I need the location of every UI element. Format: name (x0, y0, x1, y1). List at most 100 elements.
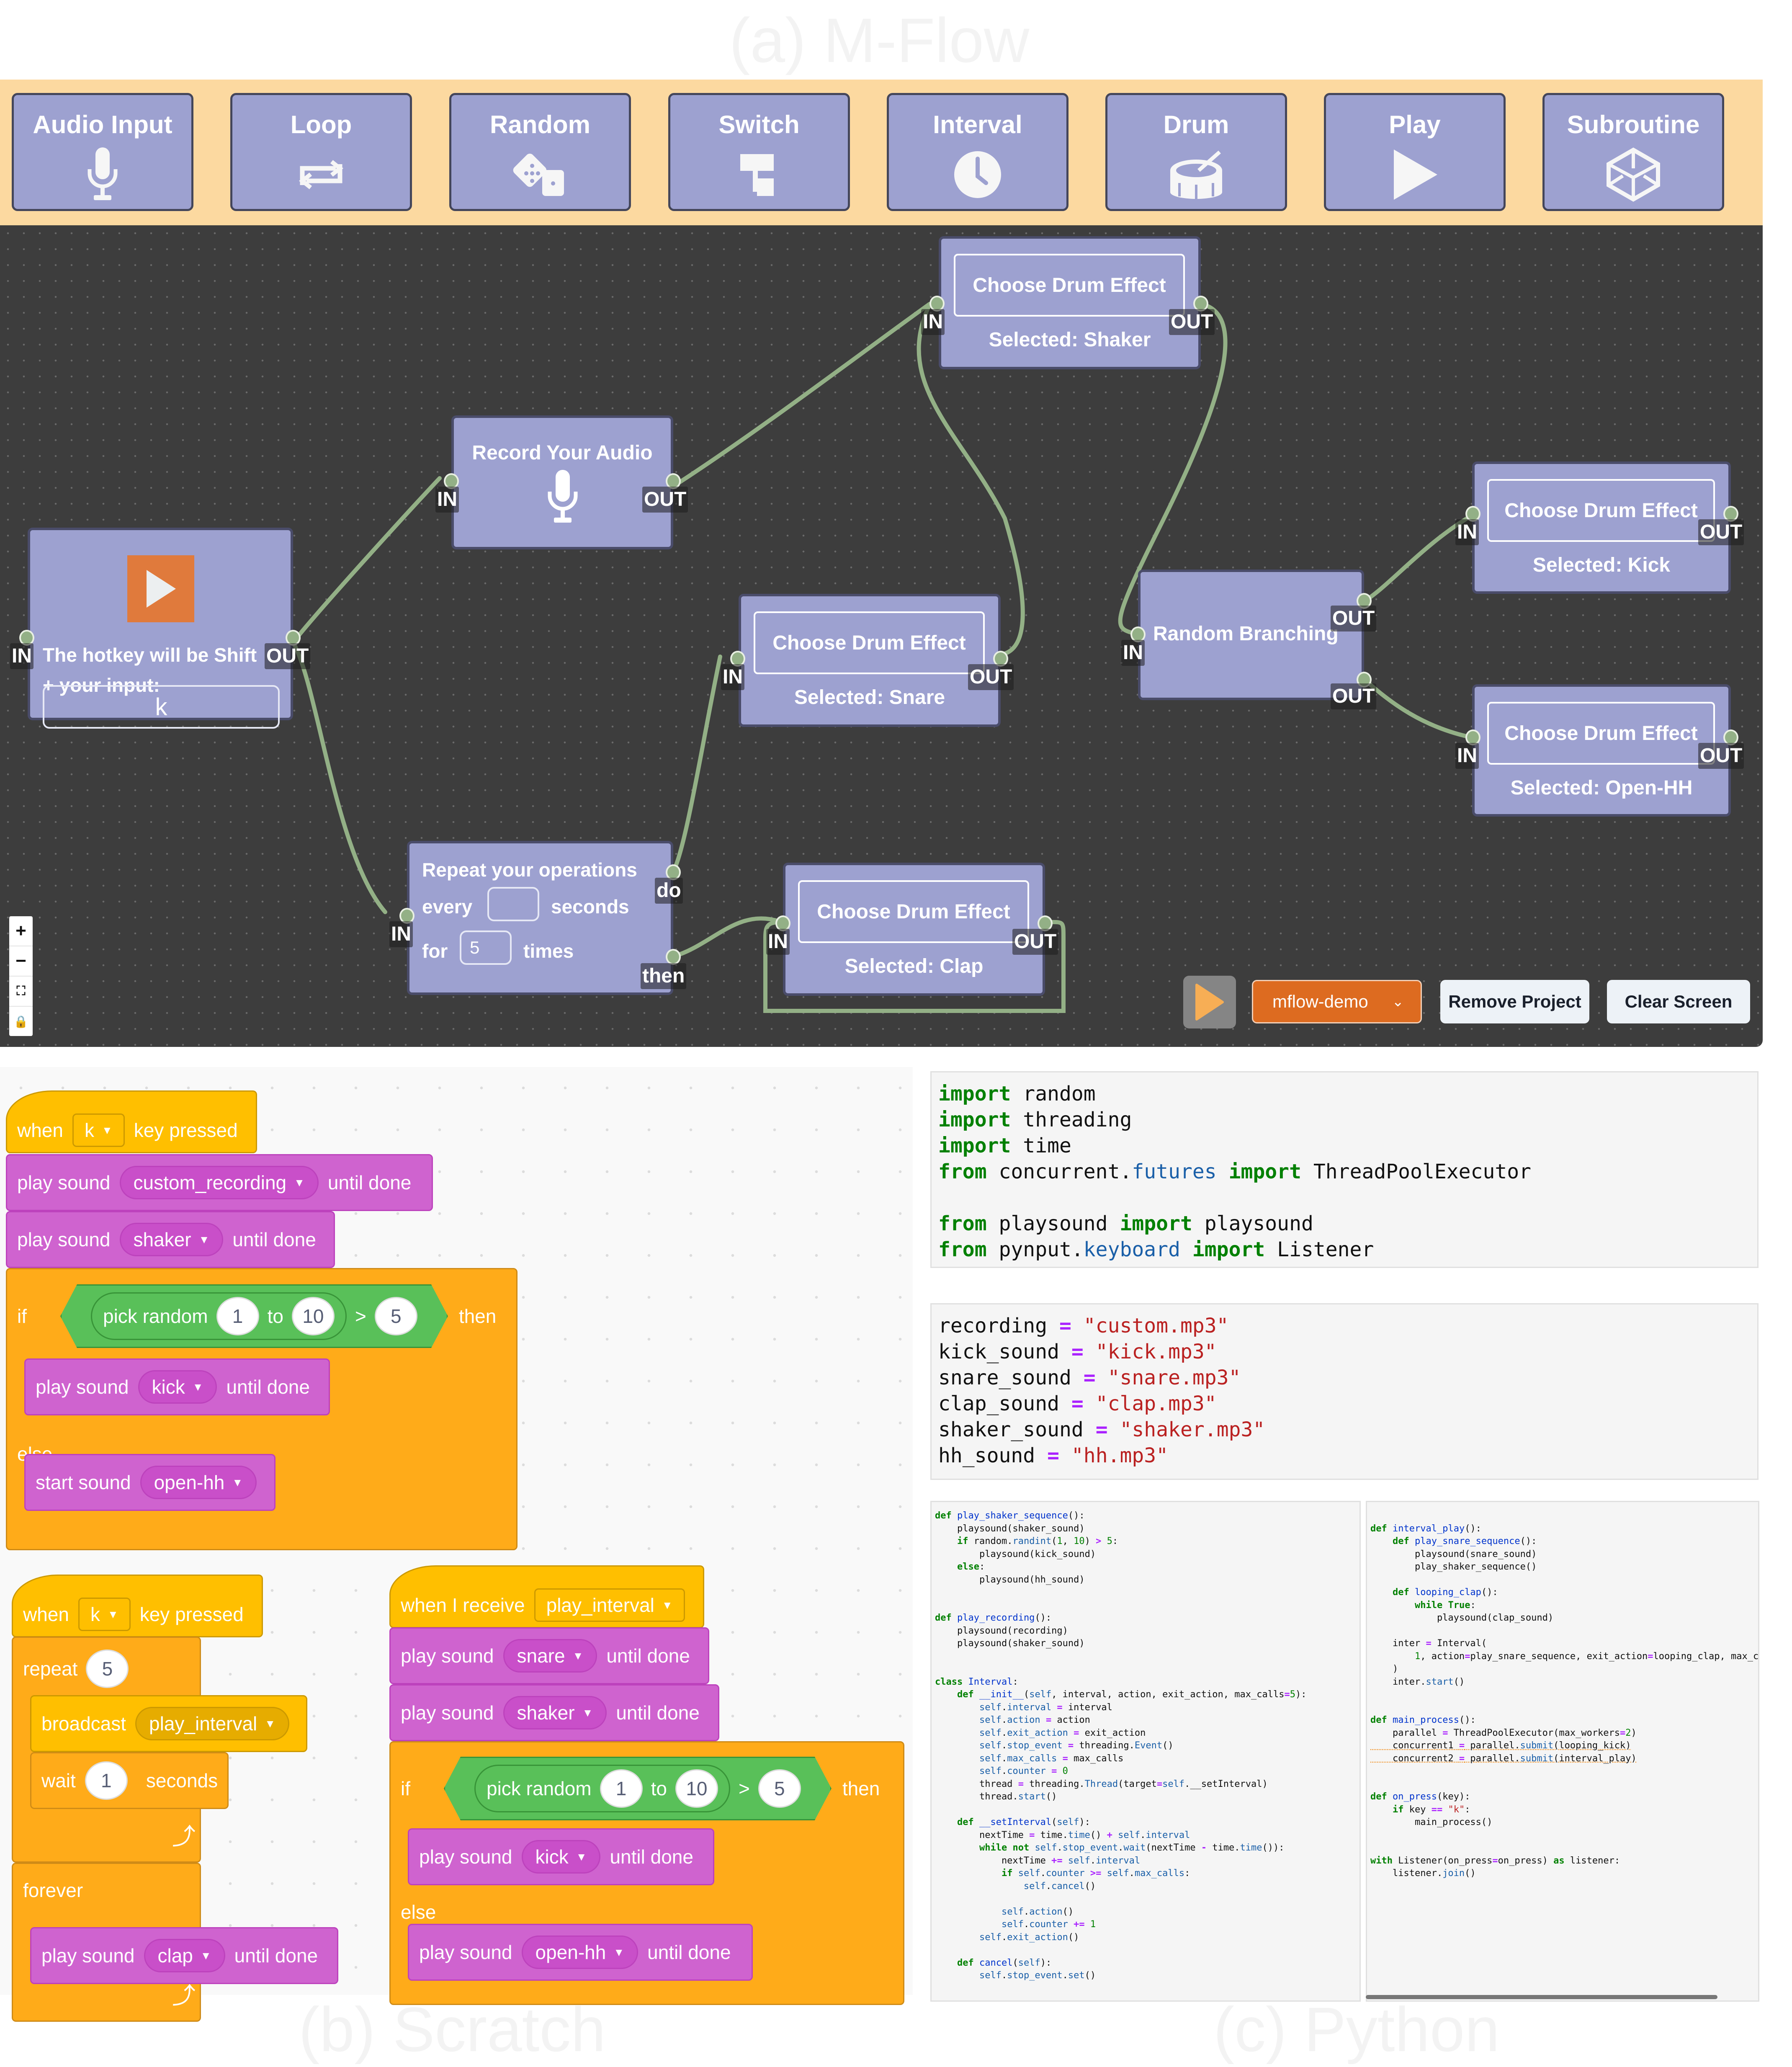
choose-drum-effect-button[interactable]: Choose Drum Effect (798, 880, 1029, 943)
key-dropdown[interactable]: k ▼ (72, 1113, 125, 1147)
palette-audio-input[interactable]: Audio Input (12, 93, 193, 211)
interval-seconds-input[interactable] (487, 887, 539, 921)
node-record-audio[interactable]: Record Your Audio (451, 415, 673, 549)
hotkey-input[interactable]: k (43, 685, 280, 729)
code-line: playsound(recording) (935, 1625, 1068, 1636)
when-key-pressed-block[interactable]: when k ▼ key pressed (12, 1575, 263, 1637)
code-line: def play_snare_sequence(): (1392, 1536, 1537, 1546)
number-input[interactable]: 1 (85, 1761, 128, 1800)
port-label-out: OUT (968, 664, 1014, 690)
message-dropdown[interactable]: play_interval ▼ (135, 1707, 290, 1740)
when-i-receive-block[interactable]: when I receive play_interval ▼ (389, 1565, 704, 1628)
node-hotkey[interactable]: The hotkey will be Shift + your input: k (28, 528, 293, 729)
palette-drum[interactable]: Drum (1105, 93, 1287, 211)
clear-screen-button[interactable]: Clear Screen (1607, 980, 1750, 1023)
selected-drum: Selected: Open-HH (1510, 777, 1693, 799)
number-input[interactable]: 1 (600, 1769, 643, 1808)
play-sound-block[interactable]: play sound clap ▼ until done (30, 1927, 338, 1984)
number-input[interactable]: 5 (86, 1649, 129, 1688)
code-line: main_process() (1370, 1817, 1493, 1827)
sound-dropdown[interactable]: open-hh ▼ (140, 1466, 257, 1499)
code-cell-imports[interactable]: import random import threading import time… (930, 1071, 1759, 1268)
palette-interval[interactable]: Interval (887, 93, 1069, 211)
choose-drum-effect-button[interactable]: Choose Drum Effect (954, 254, 1185, 317)
greater-than-operator[interactable]: pick random 1 to 10 > 5 (444, 1757, 832, 1820)
node-drum-kick[interactable]: Choose Drum Effect Selected: Kick (1472, 461, 1731, 594)
fit-view-button[interactable]: ⛶ (9, 977, 33, 1007)
code-line: from concurrent.futures import ThreadPoo… (938, 1160, 1532, 1183)
sound-value: open-hh (154, 1472, 225, 1493)
sound-dropdown[interactable]: open-hh ▼ (521, 1936, 639, 1969)
sound-dropdown[interactable]: kick ▼ (521, 1840, 601, 1874)
number-input[interactable]: 5 (758, 1769, 801, 1808)
play-sound-block[interactable]: play sound shaker ▼ until done (389, 1684, 719, 1741)
code-line: def play_shaker_sequence(): (935, 1510, 1085, 1521)
key-dropdown[interactable]: k ▼ (78, 1598, 131, 1631)
port-then[interactable] (666, 949, 681, 965)
code-cell-variables[interactable]: recording = "custom.mp3" kick_sound = "ki… (930, 1303, 1759, 1480)
broadcast-block[interactable]: broadcast play_interval ▼ (30, 1695, 307, 1752)
palette-subroutine[interactable]: Subroutine (1542, 93, 1724, 211)
palette-switch[interactable]: Switch (668, 93, 850, 211)
play-sound-block[interactable]: play sound kick ▼ until done (408, 1828, 714, 1885)
sound-dropdown[interactable]: shaker ▼ (119, 1223, 224, 1256)
start-sound-block[interactable]: start sound open-hh ▼ (24, 1454, 275, 1511)
code-cell-interval-class[interactable]: def play_shaker_sequence(): playsound(sh… (930, 1501, 1361, 2002)
play-sound-block[interactable]: play sound shaker ▼ until done (6, 1211, 335, 1268)
sound-dropdown[interactable]: shaker ▼ (503, 1696, 607, 1729)
scratch-workspace[interactable]: when k ▼ key pressed play sound custom_re… (0, 1067, 913, 2022)
play-sound-block[interactable]: play sound kick ▼ until done (24, 1358, 330, 1415)
greater-than-operator[interactable]: pick random 1 to 10 > 5 (60, 1284, 448, 1348)
number-input[interactable]: 10 (675, 1769, 718, 1808)
number-input[interactable]: 1 (216, 1297, 259, 1335)
code-line: recording = "custom.mp3" (938, 1314, 1229, 1338)
play-sound-block[interactable]: play sound custom_recording ▼ until done (6, 1154, 433, 1211)
sound-dropdown[interactable]: snare ▼ (503, 1639, 597, 1673)
number-input[interactable]: 5 (375, 1297, 417, 1335)
node-repeat[interactable]: Repeat your operations every seconds for… (407, 841, 673, 995)
code-cell-main[interactable]: def interval_play(): def play_snare_sequ… (1366, 1501, 1759, 2002)
play-sound-block[interactable]: play sound open-hh ▼ until done (408, 1924, 753, 1981)
palette-loop[interactable]: Loop (230, 93, 412, 211)
node-random-branching[interactable]: Random Branching (1138, 570, 1364, 700)
number-input[interactable]: 10 (292, 1297, 335, 1335)
play-sound-block[interactable]: play sound snare ▼ until done (389, 1627, 709, 1684)
wait-block[interactable]: wait 1 seconds (30, 1752, 229, 1809)
choose-drum-effect-button[interactable]: Choose Drum Effect (1487, 702, 1715, 765)
sound-dropdown[interactable]: custom_recording ▼ (119, 1166, 319, 1199)
sound-dropdown[interactable]: kick ▼ (138, 1370, 217, 1404)
run-button[interactable] (1183, 976, 1236, 1028)
node-drum-shaker[interactable]: Choose Drum Effect Selected: Shaker (939, 236, 1201, 369)
palette-random[interactable]: Random (449, 93, 631, 211)
node-drum-snare[interactable]: Choose Drum Effect Selected: Snare (739, 594, 1001, 727)
code-line: def interval_play(): (1370, 1523, 1481, 1534)
zoom-in-button[interactable]: + (9, 916, 33, 946)
pick-random-operator[interactable]: pick random 1 to 10 (91, 1292, 347, 1340)
zoom-out-button[interactable]: − (9, 946, 33, 977)
choose-drum-effect-button[interactable]: Choose Drum Effect (1487, 479, 1715, 542)
block-text: broadcast (41, 1713, 126, 1735)
node-drum-openhh[interactable]: Choose Drum Effect Selected: Open-HH (1472, 684, 1731, 817)
caret-down-icon: ▼ (107, 1608, 118, 1621)
flow-canvas[interactable]: The hotkey will be Shift + your input: k… (0, 225, 1763, 1047)
when-key-pressed-block[interactable]: when k ▼ key pressed (6, 1090, 257, 1153)
repeat-times-input[interactable]: 5 (460, 930, 512, 965)
message-dropdown[interactable]: play_interval ▼ (534, 1588, 685, 1622)
project-select[interactable]: mflow-demo ⌄ (1252, 980, 1422, 1023)
sound-dropdown[interactable]: clap ▼ (144, 1939, 225, 1972)
choose-drum-effect-button[interactable]: Choose Drum Effect (754, 611, 985, 674)
code-line: inter = Interval( (1370, 1638, 1487, 1649)
node-drum-clap[interactable]: Choose Drum Effect Selected: Clap (783, 863, 1045, 996)
lock-button[interactable]: 🔒 (9, 1007, 33, 1036)
pick-random-operator[interactable]: pick random 1 to 10 (474, 1765, 730, 1812)
palette-label: Random (490, 111, 590, 139)
palette-play[interactable]: Play (1324, 93, 1506, 211)
remove-project-button[interactable]: Remove Project (1440, 980, 1589, 1023)
horizontal-scrollbar[interactable] (1366, 1995, 1717, 1999)
block-text: when (17, 1119, 63, 1141)
palette-label: Play (1389, 111, 1441, 139)
